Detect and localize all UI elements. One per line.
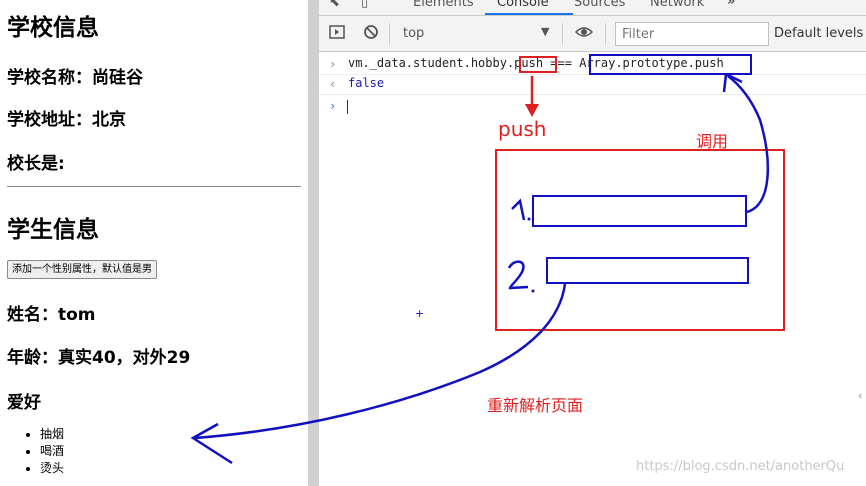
log-levels-select[interactable]: Default levels — [774, 26, 863, 41]
clear-console-icon[interactable] — [363, 24, 379, 44]
text-caret — [347, 100, 348, 114]
inspect-icon[interactable]: ⬉ — [329, 0, 340, 10]
hobby-heading: 爱好 — [7, 393, 41, 413]
wrapper-method-box — [495, 149, 785, 331]
step1-box — [532, 195, 747, 227]
console-result-entry: ‹ false — [319, 76, 866, 95]
console-result: false — [348, 76, 385, 90]
chevron-left-icon: ‹ — [329, 77, 337, 91]
more-tabs-icon[interactable]: » — [727, 0, 735, 9]
push-label: push — [498, 117, 547, 141]
sidebar-toggle-icon[interactable] — [329, 24, 345, 44]
push-highlight-box — [519, 56, 557, 73]
tab-elements[interactable]: Elements — [413, 0, 474, 10]
chevron-right-icon: › — [329, 57, 337, 71]
list-item: 抽烟 — [40, 426, 64, 443]
eye-icon[interactable] — [574, 23, 594, 45]
prototype-highlight-box — [589, 54, 752, 75]
devtools-tabbar: ⬉ ▯ Elements Console Sources Network » — [319, 0, 866, 16]
toolbar-separator — [562, 23, 563, 45]
hobby-list: 抽烟 喝酒 烫头 — [20, 426, 64, 477]
tab-network[interactable]: Network — [650, 0, 704, 10]
active-tab-indicator — [485, 13, 573, 15]
school-name: 学校名称：尚硅谷 — [7, 68, 143, 88]
student-age: 年龄：真实40，对外29 — [7, 348, 191, 368]
step2-box — [546, 257, 749, 284]
plus-icon: + — [415, 307, 425, 320]
student-name: 姓名：tom — [7, 305, 96, 325]
device-toolbar-icon[interactable]: ▯ — [361, 0, 368, 10]
toolbar-separator — [605, 23, 606, 45]
school-address: 学校地址：北京 — [7, 110, 126, 130]
console-prompt[interactable]: › — [319, 98, 866, 116]
code-prefix: vm._data.student.hobby. — [348, 56, 515, 70]
tab-console[interactable]: Console — [497, 0, 549, 10]
chevron-left-icon: ‹ — [858, 389, 863, 402]
divider — [7, 186, 301, 187]
reparse-label: 重新解析页面 — [487, 396, 584, 415]
school-heading: 学校信息 — [7, 15, 99, 41]
console-toolbar: top ▼ Default levels — [319, 16, 866, 52]
list-item: 喝酒 — [40, 443, 64, 460]
add-gender-button[interactable]: 添加一个性别属性，默认值是男 — [7, 260, 157, 279]
filter-input[interactable] — [615, 22, 769, 46]
panel-splitter[interactable] — [308, 0, 319, 486]
watermark: https://blog.csdn.net/anotherQu — [636, 459, 845, 474]
chevron-right-icon: › — [329, 99, 337, 113]
context-select[interactable]: top — [403, 26, 424, 41]
chevron-down-icon[interactable]: ▼ — [541, 25, 549, 38]
tab-sources[interactable]: Sources — [574, 0, 625, 10]
rendered-page: 学校信息 学校名称：尚硅谷 学校地址：北京 校长是: 学生信息 添加一个性别属性… — [0, 0, 308, 486]
list-item: 烫头 — [40, 460, 64, 477]
principal: 校长是: — [7, 154, 65, 174]
toolbar-separator — [389, 23, 390, 45]
student-heading: 学生信息 — [7, 217, 99, 243]
